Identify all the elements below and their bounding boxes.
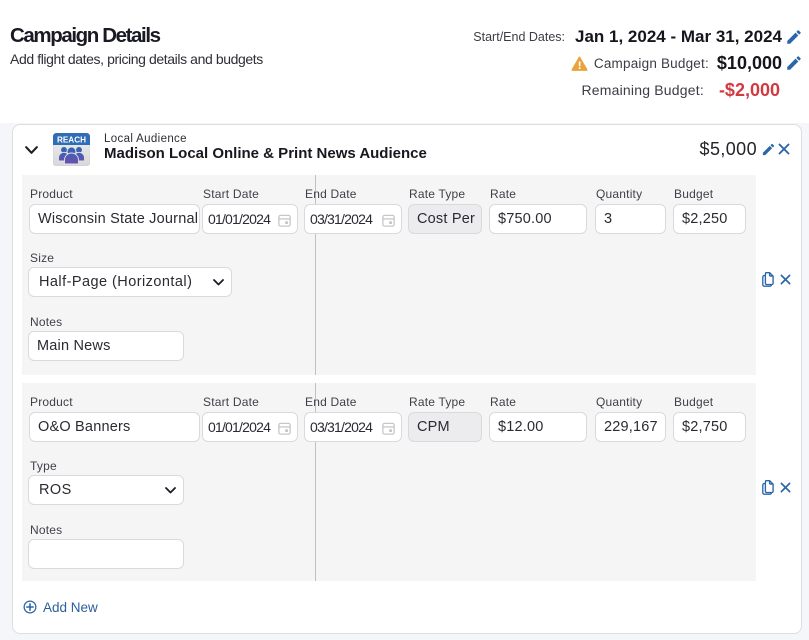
svg-text:REACH: REACH [57, 136, 86, 145]
